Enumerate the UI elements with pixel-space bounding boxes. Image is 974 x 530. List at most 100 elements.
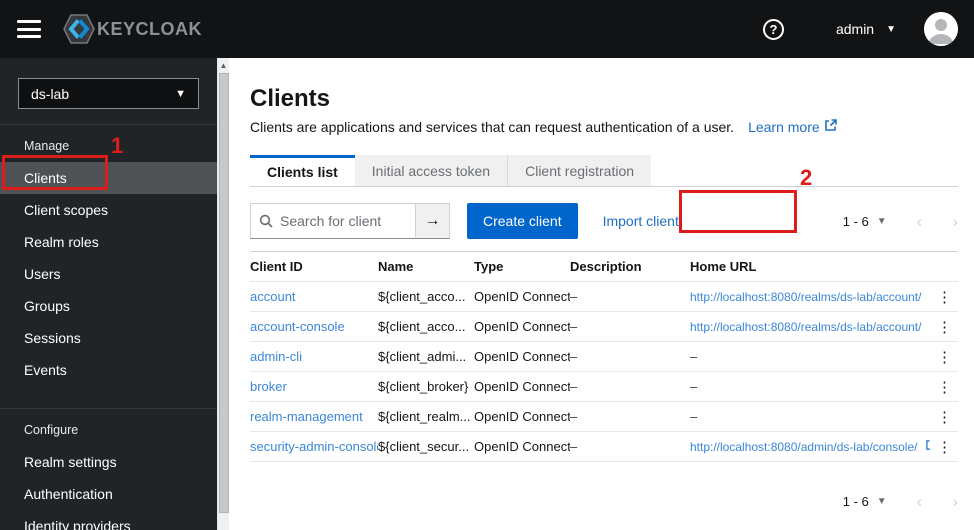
kebab-menu-icon[interactable]: ⋮ <box>937 378 952 396</box>
kebab-menu-icon[interactable]: ⋮ <box>937 318 952 336</box>
table-header-row: Client ID Name Type Description Home URL <box>250 251 958 282</box>
sidebar-item-sessions[interactable]: Sessions <box>0 322 217 354</box>
brand-title: KEYCLOAK <box>97 18 203 39</box>
column-home-url: Home URL <box>690 259 757 274</box>
learn-more-link[interactable]: Learn more <box>748 119 837 135</box>
home-url-link[interactable]: http://localhost:8080/realms/ds-lab/acco… <box>690 290 930 304</box>
page-title: Clients <box>250 85 331 112</box>
import-client-link[interactable]: Import client <box>603 213 679 229</box>
client-id-link[interactable]: broker <box>250 379 287 394</box>
client-id-link[interactable]: security-admin-console <box>250 439 378 454</box>
pagination-next-button[interactable]: › <box>952 493 958 510</box>
scrollbar-thumb[interactable] <box>219 73 229 513</box>
sidebar-item-authentication[interactable]: Authentication <box>0 478 217 510</box>
pagination-prev-button[interactable]: ‹ <box>917 213 923 230</box>
pagination-prev-button[interactable]: ‹ <box>917 493 923 510</box>
sidebar: ds-lab ▼ Manage Clients Client scopes Re… <box>0 58 217 530</box>
kebab-menu-icon[interactable]: ⋮ <box>937 438 952 456</box>
client-description-cell: – <box>570 289 578 304</box>
client-type-cell: OpenID Connect <box>474 379 570 394</box>
create-client-button[interactable]: Create client <box>467 203 578 239</box>
client-type-cell: OpenID Connect <box>474 289 570 304</box>
scrollbar-up-arrow-icon[interactable]: ▲ <box>218 58 229 72</box>
kebab-menu-icon[interactable]: ⋮ <box>937 288 952 306</box>
client-id-link[interactable]: account-console <box>250 319 345 334</box>
sidebar-section-manage: Manage <box>24 139 70 153</box>
pagination-top: 1 - 6 ▼ ‹ › <box>843 213 958 230</box>
table-row: broker ${client_broker} OpenID Connect –… <box>250 372 958 402</box>
search-box <box>250 203 416 239</box>
kebab-menu-icon[interactable]: ⋮ <box>937 348 952 366</box>
client-description-cell: – <box>570 439 578 454</box>
home-url-text: http://localhost:8080/realms/ds-lab/acco… <box>690 320 922 334</box>
avatar[interactable] <box>924 12 958 46</box>
table-row: security-admin-console ${client_secur...… <box>250 432 958 462</box>
username-label: admin <box>835 21 875 37</box>
client-name-cell: ${client_broker} <box>378 379 469 394</box>
clients-table: Client ID Name Type Description Home URL… <box>250 251 958 462</box>
sidebar-item-groups[interactable]: Groups <box>0 290 217 322</box>
sidebar-item-users[interactable]: Users <box>0 258 217 290</box>
client-type-cell: OpenID Connect <box>474 319 570 334</box>
masthead: KEYCLOAK ? admin ▼ <box>0 0 974 58</box>
tab-initial-access-token[interactable]: Initial access token <box>354 155 509 186</box>
user-menu[interactable]: admin ▼ <box>836 21 896 37</box>
home-url-dash: – <box>690 379 698 394</box>
kebab-menu-icon[interactable]: ⋮ <box>937 408 952 426</box>
sidebar-item-clients[interactable]: Clients <box>0 162 217 194</box>
table-row: account ${client_acco... OpenID Connect … <box>250 282 958 312</box>
sidebar-item-realm-roles[interactable]: Realm roles <box>0 226 217 258</box>
sidebar-section-configure: Configure <box>24 423 79 437</box>
column-actions <box>930 252 958 282</box>
client-description-cell: – <box>570 319 578 334</box>
home-url-link[interactable]: http://localhost:8080/admin/ds-lab/conso… <box>690 440 930 454</box>
chevron-down-icon: ▼ <box>886 23 896 35</box>
client-description-cell: – <box>570 349 578 364</box>
sidebar-item-realm-settings[interactable]: Realm settings <box>0 446 217 478</box>
pagination-range-dropdown[interactable]: 1 - 6 ▼ <box>843 494 887 509</box>
client-name-cell: ${client_realm... <box>378 409 471 424</box>
client-name-cell: ${client_acco... <box>378 319 466 334</box>
chevron-down-icon: ▼ <box>175 87 186 100</box>
realm-selector[interactable]: ds-lab ▼ <box>18 78 199 109</box>
pagination-bottom: 1 - 6 ▼ ‹ › <box>843 493 958 510</box>
hamburger-menu-icon[interactable] <box>17 20 41 38</box>
table-row: account-console ${client_acco... OpenID … <box>250 312 958 342</box>
tab-client-registration[interactable]: Client registration <box>508 155 652 186</box>
search-submit-button[interactable]: → <box>416 203 450 239</box>
sidebar-item-events[interactable]: Events <box>0 354 217 386</box>
realm-selector-value: ds-lab <box>31 85 70 102</box>
learn-more-label: Learn more <box>748 119 820 135</box>
client-type-cell: OpenID Connect <box>474 409 570 424</box>
home-url-dash: – <box>690 409 698 424</box>
client-id-link[interactable]: admin-cli <box>250 349 302 364</box>
help-question-circle-icon[interactable]: ? <box>762 18 784 40</box>
column-name: Name <box>378 259 414 274</box>
page-description: Clients are applications and services th… <box>250 119 735 135</box>
home-url-link[interactable]: http://localhost:8080/realms/ds-lab/acco… <box>690 320 930 334</box>
client-type-cell: OpenID Connect <box>474 439 570 454</box>
pagination-range-label: 1 - 6 <box>842 494 869 509</box>
client-id-link[interactable]: realm-management <box>250 409 363 424</box>
home-url-dash: – <box>690 349 698 364</box>
pagination-next-button[interactable]: › <box>952 213 958 230</box>
sidebar-item-identity-providers[interactable]: Identity providers <box>0 510 217 530</box>
pagination-range-label: 1 - 6 <box>842 213 869 229</box>
sidebar-scrollbar[interactable]: ▲ <box>217 58 229 530</box>
search-icon <box>259 214 273 228</box>
client-name-cell: ${client_acco... <box>378 289 466 304</box>
chevron-down-icon: ▼ <box>876 215 887 227</box>
external-link-icon <box>929 319 930 334</box>
table-row: realm-management ${client_realm... OpenI… <box>250 402 958 432</box>
client-id-link[interactable]: account <box>250 289 296 304</box>
sidebar-item-client-scopes[interactable]: Client scopes <box>0 194 217 226</box>
client-name-cell: ${client_secur... <box>378 439 470 454</box>
main-content: Clients Clients are applications and ser… <box>229 58 974 530</box>
home-url-text: http://localhost:8080/admin/ds-lab/conso… <box>690 440 918 454</box>
search-input[interactable] <box>280 213 400 229</box>
tab-clients-list[interactable]: Clients list <box>250 155 355 186</box>
client-type-cell: OpenID Connect <box>474 349 570 364</box>
pagination-range-dropdown[interactable]: 1 - 6 ▼ <box>843 214 887 229</box>
keycloak-logo: KEYCLOAK <box>63 14 202 44</box>
external-link-icon <box>824 119 837 135</box>
